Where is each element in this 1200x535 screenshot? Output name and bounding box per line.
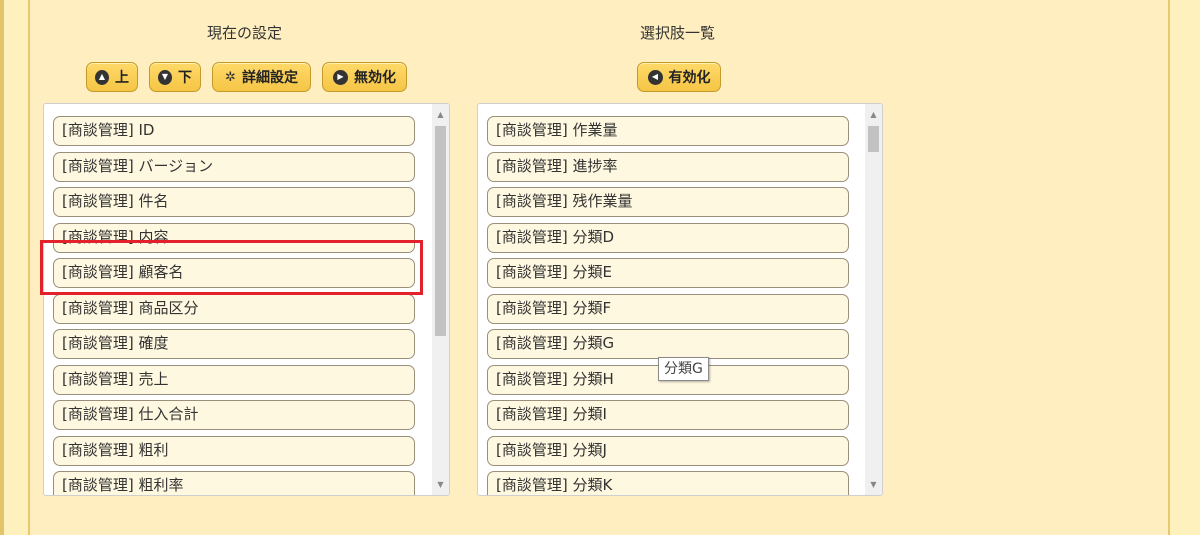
options-list-scrollbar[interactable]: ▲ ▼ xyxy=(865,104,882,495)
list-item[interactable]: [商談管理] 確度 xyxy=(53,329,415,359)
list-item[interactable]: [商談管理] 売上 xyxy=(53,364,415,395)
scroll-up-icon[interactable]: ▲ xyxy=(432,106,449,123)
move-down-label: 下 xyxy=(178,70,192,86)
down-arrow-icon: ▼ xyxy=(158,69,172,85)
move-up-button[interactable]: ▲ 上 xyxy=(86,62,138,92)
list-item[interactable]: [商談管理] 分類J xyxy=(487,435,849,466)
gear-icon: ✲ xyxy=(225,69,236,85)
tooltip: 分類G xyxy=(658,357,709,381)
list-item[interactable]: [商談管理] 進捗率 xyxy=(487,151,849,182)
current-settings-list[interactable]: [商談管理] ID [商談管理] バージョン [商談管理] 件名 [商談管理] 内容 [… xyxy=(43,103,450,496)
list-item[interactable]: [商談管理] 作業量 xyxy=(487,116,849,146)
detail-settings-label: 詳細設定 xyxy=(241,70,298,86)
list-item[interactable]: [商談管理] 分類G xyxy=(487,329,849,359)
list-item[interactable]: [商談管理] 件名 xyxy=(53,187,415,217)
options-title: 選択肢一覧 xyxy=(640,24,716,42)
list-item[interactable]: [商談管理] 商品区分 xyxy=(53,293,415,324)
list-item[interactable]: [商談管理] 分類E xyxy=(487,258,849,288)
scroll-down-icon[interactable]: ▼ xyxy=(432,476,449,493)
list-item[interactable]: [商談管理] 粗利 xyxy=(53,435,415,466)
enable-label: 有効化 xyxy=(668,70,711,86)
left-arrow-icon: ◀ xyxy=(647,69,663,85)
current-settings-title: 現在の設定 xyxy=(207,24,283,42)
scroll-thumb[interactable] xyxy=(868,126,879,152)
list-item[interactable]: [商談管理] 顧客名 xyxy=(53,258,415,288)
list-item[interactable]: [商談管理] 残作業量 xyxy=(487,187,849,217)
list-item[interactable]: [商談管理] ID xyxy=(53,116,415,146)
scroll-thumb[interactable] xyxy=(435,126,446,336)
scroll-up-icon[interactable]: ▲ xyxy=(865,106,882,123)
options-list[interactable]: [商談管理] 作業量 [商談管理] 進捗率 [商談管理] 残作業量 [商談管理] 分類… xyxy=(477,103,883,496)
list-item[interactable]: [商談管理] 分類I xyxy=(487,400,849,430)
list-item[interactable]: [商談管理] 内容 xyxy=(53,222,415,253)
move-up-label: 上 xyxy=(115,70,129,86)
move-down-button[interactable]: ▼ 下 xyxy=(149,62,201,92)
current-list-scrollbar[interactable]: ▲ ▼ xyxy=(432,104,449,495)
scroll-down-icon[interactable]: ▼ xyxy=(865,476,882,493)
disable-button[interactable]: ▶ 無効化 xyxy=(322,62,407,92)
list-item[interactable]: [商談管理] 粗利率 xyxy=(53,471,415,495)
list-item[interactable]: [商談管理] 分類D xyxy=(487,222,849,253)
list-item[interactable]: [商談管理] 分類F xyxy=(487,293,849,324)
list-item[interactable]: [商談管理] バージョン xyxy=(53,151,415,182)
list-item[interactable]: [商談管理] 仕入合計 xyxy=(53,400,415,430)
list-item[interactable]: [商談管理] 分類K xyxy=(487,471,849,495)
disable-label: 無効化 xyxy=(354,70,396,86)
detail-settings-button[interactable]: ✲ 詳細設定 xyxy=(212,62,311,92)
enable-button[interactable]: ◀ 有効化 xyxy=(637,62,721,92)
up-arrow-icon: ▲ xyxy=(95,69,109,85)
right-arrow-icon: ▶ xyxy=(333,69,348,85)
